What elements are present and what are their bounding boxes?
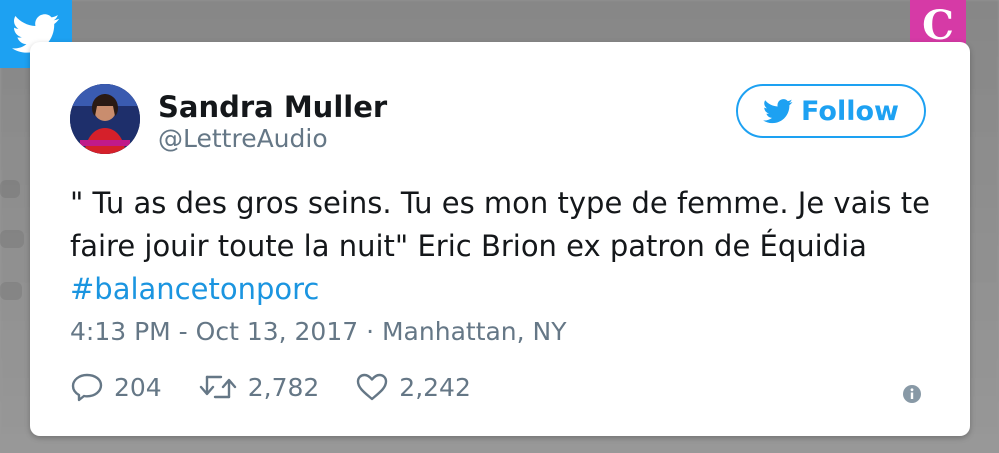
- like-button[interactable]: 2,242: [355, 372, 471, 402]
- tweet-timestamp-location[interactable]: 4:13 PM - Oct 13, 2017 · Manhattan, NY: [70, 317, 567, 346]
- like-count: 2,242: [399, 372, 471, 402]
- tweet-card: Sandra Muller @LettreAudio Follow " Tu a…: [30, 42, 970, 436]
- info-icon[interactable]: [902, 384, 922, 404]
- background-blur-line: [0, 230, 24, 248]
- author-name[interactable]: Sandra Muller: [158, 90, 387, 124]
- twitter-bird-icon: [763, 98, 793, 123]
- background-blur-line: [0, 282, 22, 300]
- tweet-text: " Tu as des gros seins. Tu es mon type d…: [70, 182, 940, 311]
- follow-button[interactable]: Follow: [736, 84, 926, 138]
- avatar[interactable]: [70, 84, 140, 154]
- retweet-button[interactable]: 2,782: [198, 372, 320, 402]
- retweet-count: 2,782: [247, 372, 320, 402]
- follow-label: Follow: [801, 95, 899, 127]
- reply-icon: [71, 373, 103, 402]
- author-handle[interactable]: @LettreAudio: [158, 124, 328, 153]
- reply-count: 204: [114, 372, 162, 402]
- retweet-icon: [199, 375, 236, 399]
- background-blur-line: [0, 180, 20, 198]
- heart-icon: [357, 373, 388, 401]
- avatar-photo-icon: [70, 84, 140, 154]
- tweet-body: " Tu as des gros seins. Tu es mon type d…: [70, 186, 930, 263]
- hashtag-link[interactable]: #balancetonporc: [70, 272, 319, 306]
- tweet-actions: 204 2,782 2,242: [70, 372, 507, 402]
- reply-button[interactable]: 204: [70, 372, 162, 402]
